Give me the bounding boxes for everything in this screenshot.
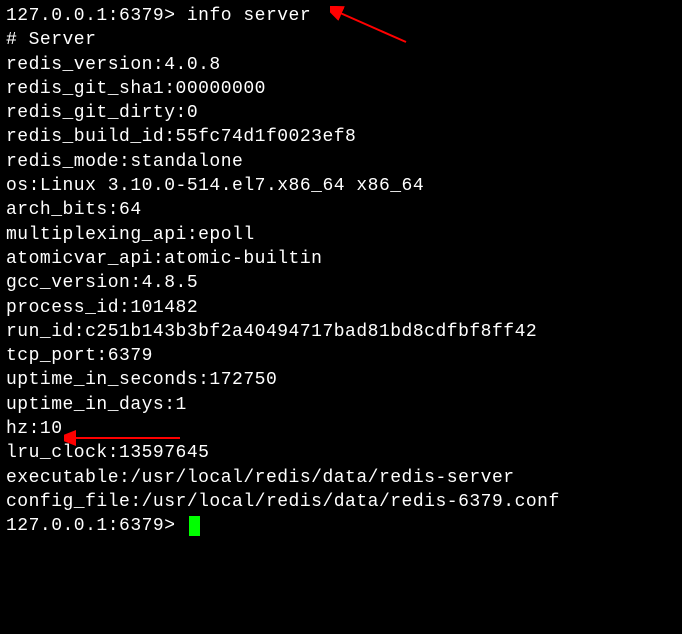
info-arch-bits: arch_bits:64: [6, 198, 676, 222]
info-run-id: run_id:c251b143b3bf2a40494717bad81bd8cdf…: [6, 320, 676, 344]
command-text: info server: [187, 4, 311, 28]
info-gcc-version: gcc_version:4.8.5: [6, 271, 676, 295]
info-os: os:Linux 3.10.0-514.el7.x86_64 x86_64: [6, 174, 676, 198]
info-config-file: config_file:/usr/local/redis/data/redis-…: [6, 490, 676, 514]
prompt-host: 127.0.0.1:6379>: [6, 4, 176, 28]
info-redis-git-dirty: redis_git_dirty:0: [6, 101, 676, 125]
prompt-line-1[interactable]: 127.0.0.1:6379> info server: [6, 4, 676, 28]
info-redis-version: redis_version:4.0.8: [6, 53, 676, 77]
info-redis-git-sha1: redis_git_sha1:00000000: [6, 77, 676, 101]
info-atomicvar-api: atomicvar_api:atomic-builtin: [6, 247, 676, 271]
prompt-host-2: 127.0.0.1:6379>: [6, 514, 176, 538]
space2: [176, 514, 187, 538]
section-header: # Server: [6, 28, 676, 52]
info-lru-clock: lru_clock:13597645: [6, 441, 676, 465]
info-executable: executable:/usr/local/redis/data/redis-s…: [6, 466, 676, 490]
info-redis-mode: redis_mode:standalone: [6, 150, 676, 174]
info-uptime-in-seconds: uptime_in_seconds:172750: [6, 368, 676, 392]
info-multiplexing-api: multiplexing_api:epoll: [6, 223, 676, 247]
space: [176, 4, 187, 28]
info-hz: hz:10: [6, 417, 676, 441]
prompt-line-2[interactable]: 127.0.0.1:6379>: [6, 514, 676, 538]
info-process-id: process_id:101482: [6, 296, 676, 320]
cursor-icon: [189, 516, 200, 536]
info-redis-build-id: redis_build_id:55fc74d1f0023ef8: [6, 125, 676, 149]
info-uptime-in-days: uptime_in_days:1: [6, 393, 676, 417]
info-tcp-port: tcp_port:6379: [6, 344, 676, 368]
